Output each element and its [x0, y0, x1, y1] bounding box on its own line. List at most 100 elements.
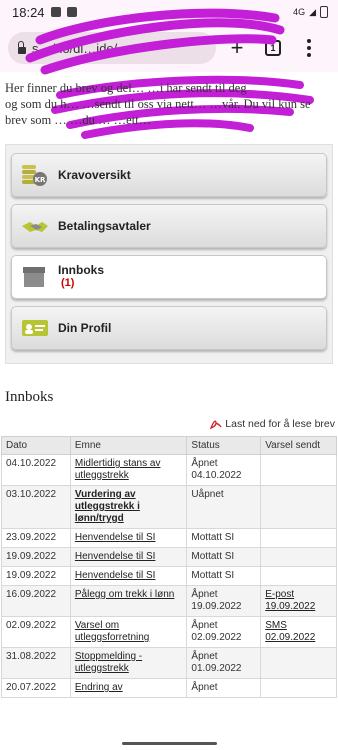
url-text: s…/no/di…ide/ — [32, 40, 118, 56]
cell-date: 04.10.2022 — [1, 454, 71, 486]
kebab-menu-icon — [307, 39, 311, 57]
table-row[interactable]: 03.10.2022 Vurdering av utleggstrekk i lø… — [1, 485, 337, 529]
letter-link[interactable]: Pålegg om trekk i lønn — [75, 589, 175, 600]
coins-kr-icon: KR — [22, 165, 47, 186]
menu-label: Betalingsavtaler — [58, 219, 151, 233]
column-header-status[interactable]: Status — [186, 436, 262, 455]
cell-subject: Vurdering av utleggstrekk i lønn/trygd — [69, 485, 188, 529]
table-row[interactable]: 04.10.2022 Midlertidig stans av utleggstr… — [1, 454, 337, 486]
menu-item-innboks[interactable]: Innboks (1) — [11, 255, 327, 299]
cell-status: Mottatt SI — [186, 566, 262, 586]
table-row[interactable]: 31.08.2022 Stoppmelding - utleggstrekk Åpn… — [1, 647, 337, 679]
profile-card-icon — [22, 320, 48, 336]
intro-text: Her finner du brev og del… …i har sendt … — [0, 72, 338, 144]
table-header-row: Dato Emne Status Varsel sendt — [1, 436, 337, 455]
network-type: 4G — [293, 7, 306, 17]
cell-status: Uåpnet — [186, 485, 262, 529]
home-gesture-handle[interactable] — [121, 741, 217, 745]
table-row[interactable]: 23.09.2022 Henvendelse til SI Mottatt SI — [1, 528, 337, 548]
cell-date: 19.09.2022 — [1, 566, 71, 586]
cell-notice — [260, 566, 337, 586]
cell-subject: Henvendelse til SI — [69, 528, 188, 548]
unread-count-badge: (1) — [61, 277, 75, 289]
cell-notice — [260, 528, 337, 548]
table-row[interactable]: 16.09.2022 Pålegg om trekk i lønn Åpnet 19… — [1, 585, 337, 617]
cell-notice — [260, 678, 337, 698]
tab-count: 1 — [265, 40, 281, 56]
cell-status: Mottatt SI — [186, 547, 262, 567]
inbox-table: Dato Emne Status Varsel sendt 04.10.2022… — [1, 436, 337, 698]
cell-notice — [260, 454, 337, 486]
download-reader-link[interactable]: Last ned for å lese brev — [0, 418, 335, 430]
signal-icon: ◢ — [309, 6, 316, 17]
pdf-icon — [210, 420, 222, 430]
intro-line: Her finner du brev og del… …i har sendt … — [5, 81, 247, 95]
cell-status: Åpnet — [186, 678, 262, 698]
browser-menu-button[interactable] — [294, 33, 324, 63]
cell-date: 02.09.2022 — [1, 616, 71, 648]
tab-switcher-button[interactable]: 1 — [258, 33, 288, 63]
menu-label: Din Profil — [58, 321, 112, 335]
menu-item-din-profil[interactable]: Din Profil — [11, 306, 327, 350]
page-title: Innboks — [5, 389, 54, 405]
table-row[interactable]: 20.07.2022 Endring av Åpnet — [1, 678, 337, 698]
intro-line: brev som … …du … …ett… — [5, 113, 152, 127]
cell-date: 20.07.2022 — [1, 678, 71, 698]
letter-link[interactable]: Vurdering av utleggstrekk i lønn/trygd — [75, 489, 140, 524]
notice-link[interactable]: E-post 19.09.2022 — [265, 589, 315, 612]
download-label: Last ned for å lese brev — [225, 418, 335, 430]
notice-link[interactable]: SMS 02.09.2022 — [265, 620, 315, 643]
cell-date: 23.09.2022 — [1, 528, 71, 548]
cell-status: Åpnet 04.10.2022 — [186, 454, 262, 486]
cell-subject: Varsel om utleggsforretning — [69, 616, 188, 648]
intro-line: og som du h… …sendt til oss via nett… …v… — [5, 97, 311, 111]
status-bar: 18:24 4G ◢ — [0, 0, 338, 24]
navigation-menu: KR Kravoversikt Betalingsavtaler Innboks… — [5, 144, 333, 364]
cell-subject: Stoppmelding - utleggstrekk — [69, 647, 188, 679]
letter-link[interactable]: Midlertidig stans av utleggstrekk — [75, 458, 161, 481]
handshake-icon — [22, 222, 48, 232]
cell-status: Mottatt SI — [186, 528, 262, 548]
table-row[interactable]: 19.09.2022 Henvendelse til SI Mottatt SI — [1, 566, 337, 586]
notification-icon — [50, 7, 61, 17]
letter-link[interactable]: Endring av — [75, 682, 123, 693]
column-header-dato[interactable]: Dato — [1, 436, 71, 455]
cell-notice: E-post 19.09.2022 — [260, 585, 337, 617]
cell-date: 03.10.2022 — [1, 485, 71, 529]
cell-status: Åpnet 01.09.2022 — [186, 647, 262, 679]
cell-subject: Midlertidig stans av utleggstrekk — [69, 454, 188, 486]
battery-icon — [320, 6, 328, 18]
letter-link[interactable]: Henvendelse til SI — [75, 551, 156, 562]
column-header-varsel[interactable]: Varsel sendt — [260, 436, 337, 455]
cell-notice: SMS 02.09.2022 — [260, 616, 337, 648]
cell-notice — [260, 647, 337, 679]
notification-icon — [66, 7, 77, 17]
new-tab-button[interactable]: + — [222, 33, 252, 63]
cell-date: 16.09.2022 — [1, 585, 71, 617]
letter-link[interactable]: Henvendelse til SI — [75, 570, 156, 581]
letter-link[interactable]: Henvendelse til SI — [75, 532, 156, 543]
clock: 18:24 — [12, 4, 45, 20]
cell-subject: Henvendelse til SI — [69, 547, 188, 567]
cell-subject: Pålegg om trekk i lønn — [69, 585, 188, 617]
menu-item-kravoversikt[interactable]: KR Kravoversikt — [11, 153, 327, 197]
cell-date: 31.08.2022 — [1, 647, 71, 679]
inbox-box-icon — [23, 267, 45, 287]
letter-link[interactable]: Stoppmelding - utleggstrekk — [75, 651, 142, 674]
letter-link[interactable]: Varsel om utleggsforretning — [75, 620, 150, 643]
menu-label: Kravoversikt — [58, 168, 131, 182]
cell-notice — [260, 547, 337, 567]
cell-status: Åpnet 02.09.2022 — [186, 616, 262, 648]
menu-item-betalingsavtaler[interactable]: Betalingsavtaler — [11, 204, 327, 248]
lock-icon — [18, 40, 26, 54]
menu-label: Innboks — [58, 263, 105, 277]
system-navigation-bar — [0, 736, 338, 750]
address-bar[interactable]: s…/no/di…ide/ — [8, 32, 216, 64]
table-row[interactable]: 19.09.2022 Henvendelse til SI Mottatt SI — [1, 547, 337, 567]
column-header-emne[interactable]: Emne — [69, 436, 188, 455]
cell-subject: Henvendelse til SI — [69, 566, 188, 586]
svg-text:KR: KR — [35, 176, 46, 184]
browser-toolbar: s…/no/di…ide/ + 1 — [0, 24, 338, 72]
cell-date: 19.09.2022 — [1, 547, 71, 567]
table-row[interactable]: 02.09.2022 Varsel om utleggsforretning Åpn… — [1, 616, 337, 648]
